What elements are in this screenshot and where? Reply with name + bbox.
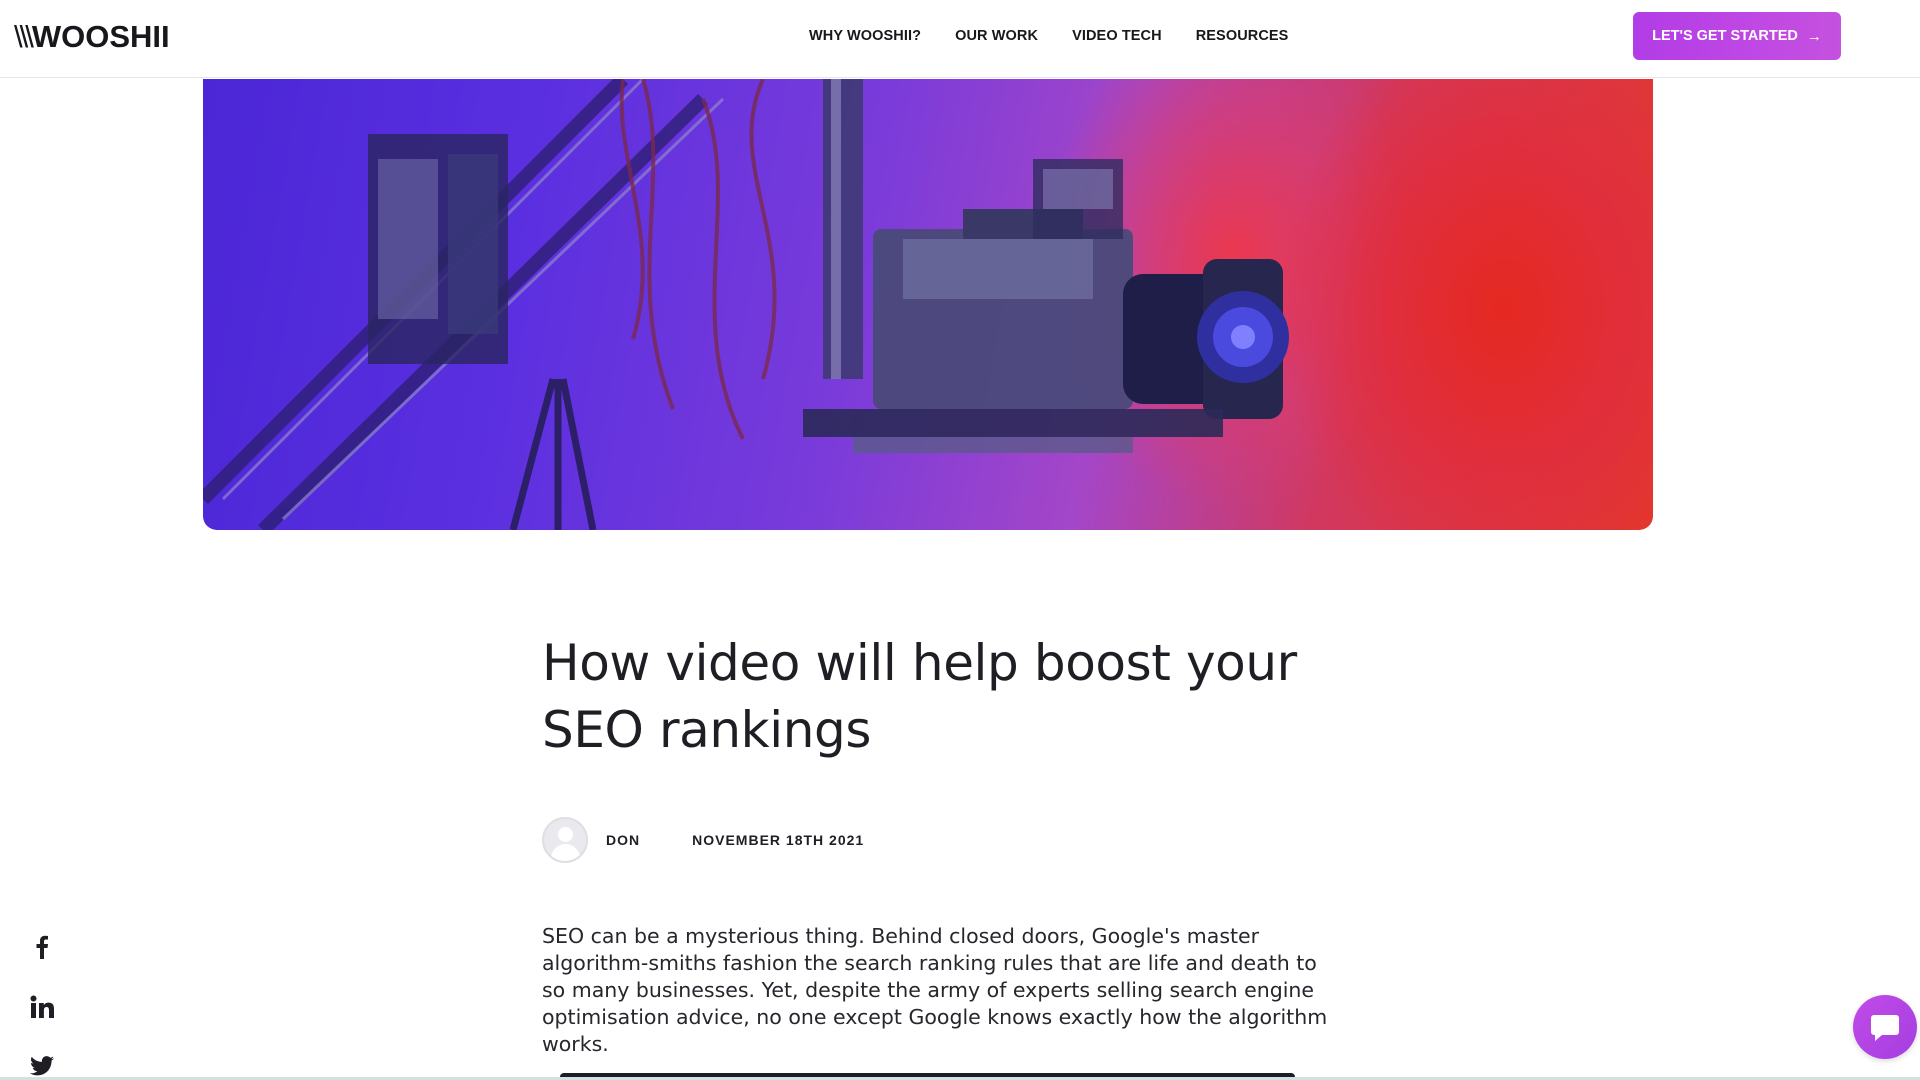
publish-date: NOVEMBER 18TH 2021 <box>692 832 865 848</box>
article-title: How video will help boost your SEO ranki… <box>542 634 1297 759</box>
lets-get-started-button[interactable]: LET'S GET STARTED → <box>1633 12 1841 60</box>
author-name[interactable]: DON <box>606 832 640 848</box>
camera-crane-illustration <box>203 79 1289 530</box>
logo-text: WOOSHII <box>31 19 170 54</box>
nav-item-our-work[interactable]: OUR WORK <box>955 27 1038 45</box>
site-header: \\\ WOOSHII WHY WOOSHII? OUR WORK VIDEO … <box>0 0 1920 78</box>
logo-slashes: \\\ <box>14 19 34 54</box>
twitter-icon[interactable] <box>28 1052 56 1080</box>
nav-item-why-wooshii[interactable]: WHY WOOSHII? <box>809 27 921 45</box>
nav-item-video-tech[interactable]: VIDEO TECH <box>1072 27 1162 45</box>
wooshii-logo[interactable]: \\\ WOOSHII <box>14 18 170 56</box>
hero-image <box>203 79 1653 530</box>
article-intro: SEO can be a mysterious thing. Behind cl… <box>542 924 1328 1056</box>
cta-label: LET'S GET STARTED <box>1652 28 1798 44</box>
article-meta: DON NOVEMBER 18TH 2021 <box>542 817 864 863</box>
avatar-body <box>551 844 580 861</box>
nav-item-resources[interactable]: RESOURCES <box>1196 27 1289 45</box>
main-nav: WHY WOOSHII? OUR WORK VIDEO TECH RESOURC… <box>809 27 1288 45</box>
chat-bubble-icon <box>1871 1015 1899 1041</box>
author-avatar <box>542 817 588 863</box>
avatar-head <box>558 827 573 842</box>
facebook-icon[interactable] <box>28 933 56 961</box>
arrow-right-icon: → <box>1806 27 1822 45</box>
linkedin-icon[interactable] <box>28 993 56 1021</box>
chat-button[interactable] <box>1853 995 1917 1059</box>
